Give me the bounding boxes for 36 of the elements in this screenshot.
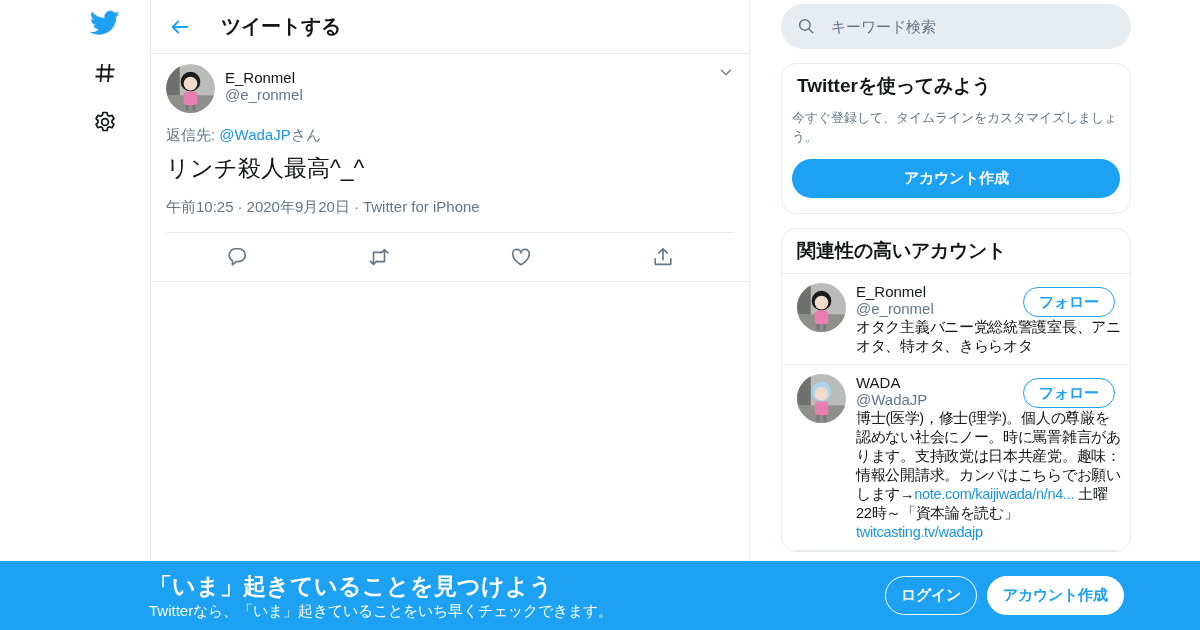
author-handle[interactable]: @e_ronmel [225, 86, 708, 103]
reply-icon[interactable] [226, 246, 248, 268]
create-account-button[interactable]: アカウント作成 [792, 159, 1120, 198]
heart-icon[interactable] [510, 246, 532, 268]
follow-button[interactable]: フォロー [1023, 378, 1115, 408]
signup-button[interactable]: アカウント作成 [987, 576, 1124, 615]
card-title: 関連性の高いアカウント [782, 229, 1130, 274]
tweet-date[interactable]: 2020年9月20日 [246, 198, 350, 217]
account-bio: オタク主義バニー党総統警護室長、アニオタ、特オタ、きららオタ [856, 318, 1121, 356]
account-name[interactable]: WADA [856, 374, 928, 391]
page-title: ツイートする [221, 14, 341, 39]
follow-button[interactable]: フォロー [1023, 287, 1115, 317]
retweet-icon[interactable] [368, 246, 390, 268]
mention-link[interactable]: @WadaJP [219, 126, 291, 143]
banner-title: 「いま」起きていることを見つけよう [149, 571, 554, 601]
bird-icon[interactable] [90, 10, 120, 36]
bio-link[interactable]: twitcasting.tv/wadajp [856, 524, 983, 540]
account-name[interactable]: E_Ronmel [856, 283, 934, 300]
reply-to-line: 返信先: @WadaJPさん [166, 126, 322, 145]
banner-subtitle: Twitterなら、「いま」起きていることをいち早くチェックできます。 [149, 601, 615, 621]
hashtag-icon[interactable] [93, 61, 117, 85]
tweet-text: リンチ殺人最高^_^ [166, 154, 366, 183]
card-title: Twitterを使ってみよう [796, 74, 992, 98]
tweet-time[interactable]: 午前10:25 [166, 198, 234, 217]
share-icon[interactable] [652, 246, 674, 268]
card-description: 今すぐ登録して、タイムラインをカスタマイズしましょう。 [791, 109, 1118, 146]
account-handle[interactable]: @e_ronmel [856, 300, 934, 317]
account-bio: 博士(医学)，修士(理学)。個人の尊厳を認めない社会にノー。時に罵詈雑言があります。支持政党は日本共産党。趣味：情報公開請求。カンパはこちらでお願いします→note.com/kaijiwada/n/n4... 土曜22時～「資本論を読む」 twitcasting.tv/wadajp [856, 409, 1121, 542]
tweet-source[interactable]: Twitter for iPhone [362, 198, 480, 217]
account-handle[interactable]: @WadaJP [856, 391, 928, 408]
separator-dot: · [237, 198, 243, 217]
search-field[interactable]: キーワード検索 [781, 4, 1131, 49]
author-name[interactable]: E_Ronmel [225, 69, 708, 86]
separator-dot: · [353, 198, 359, 217]
bio-link[interactable]: note.com/kaijiwada/n/n4... [914, 486, 1075, 502]
settings-icon[interactable] [93, 110, 117, 134]
